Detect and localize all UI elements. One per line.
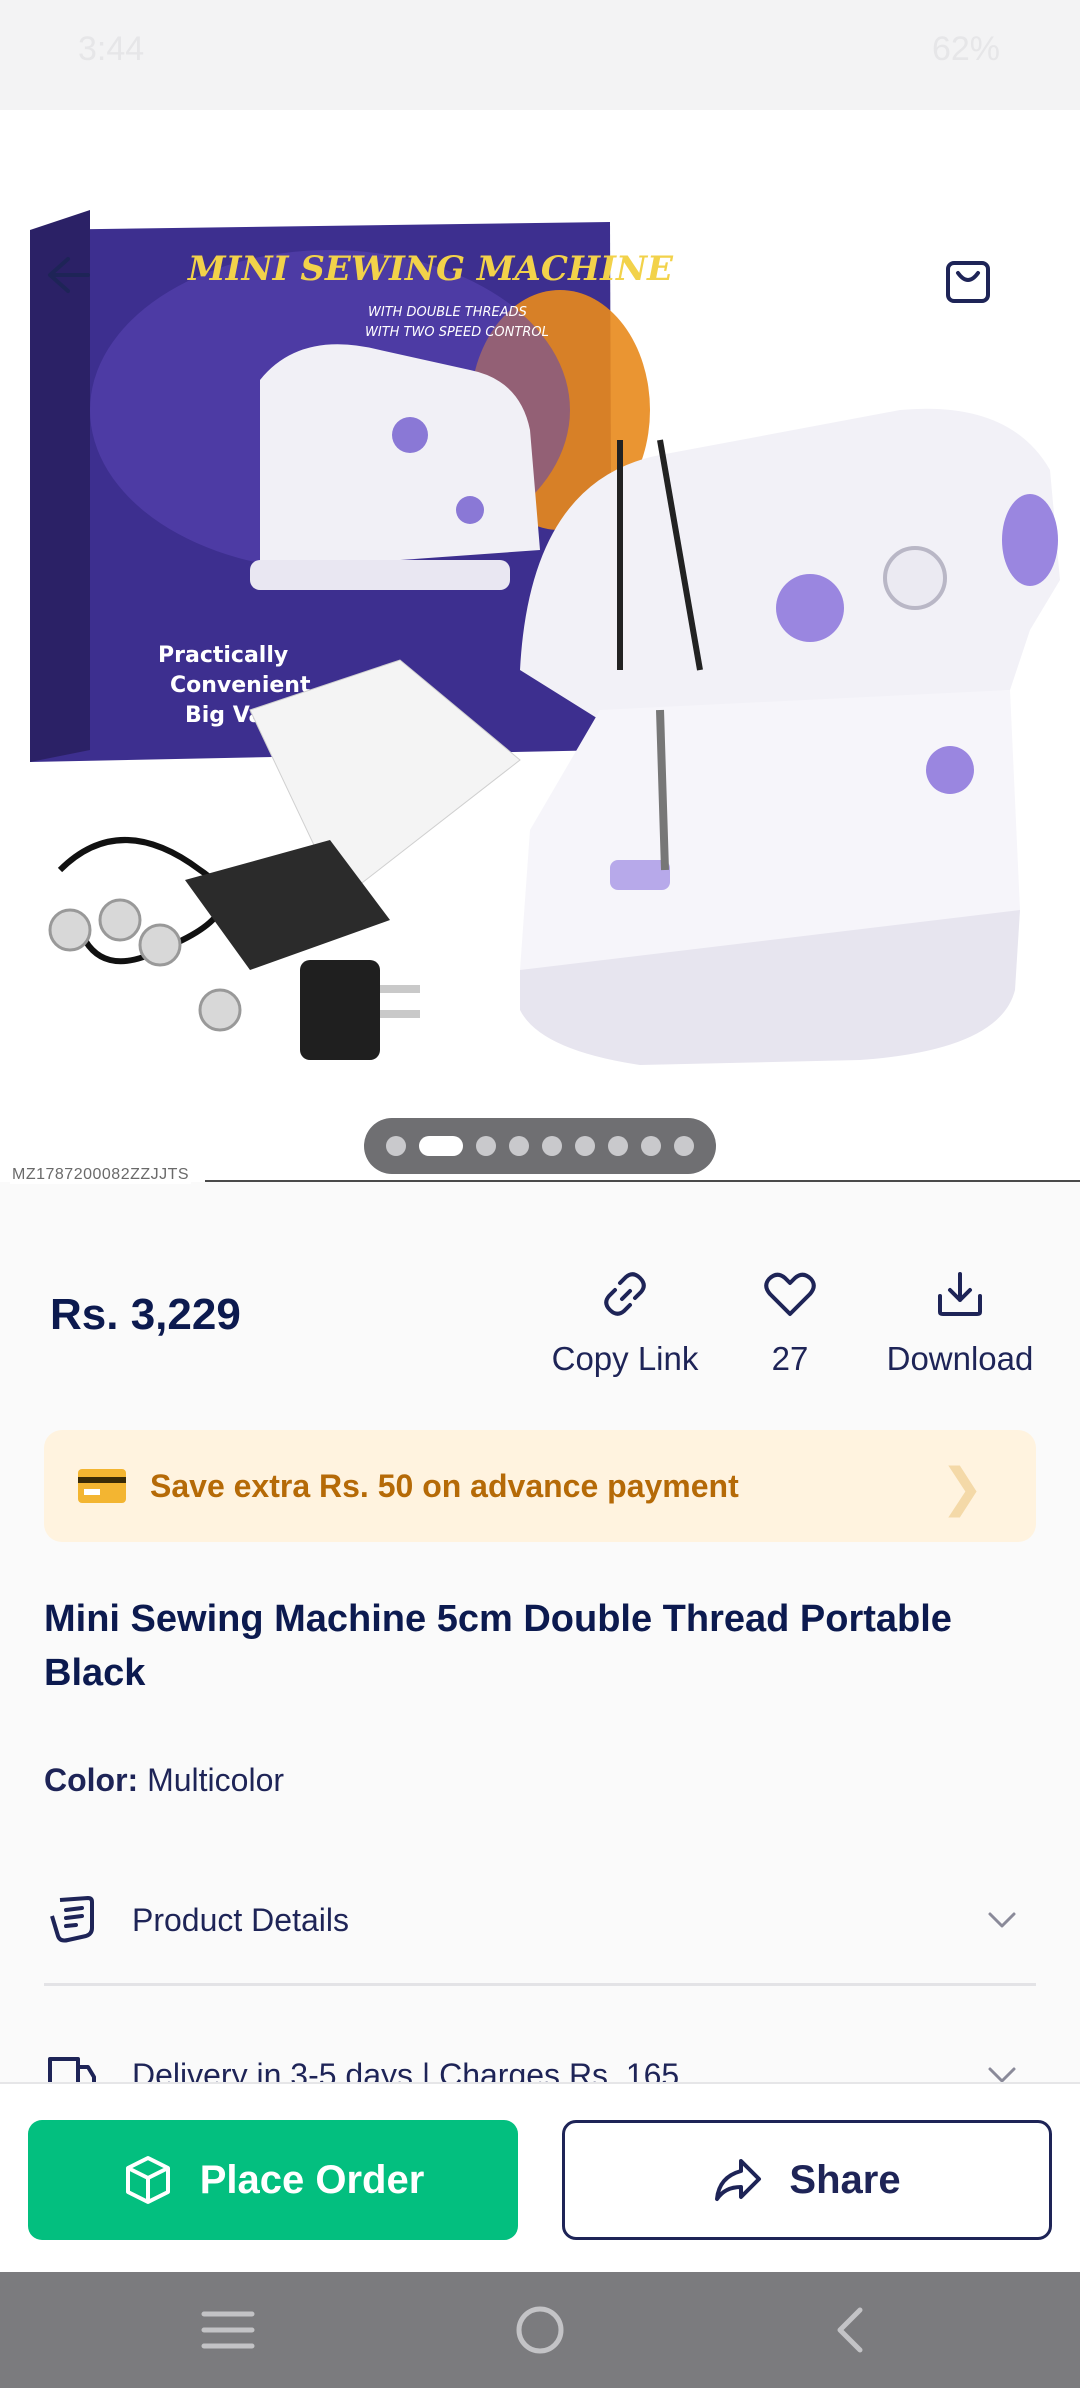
link-icon [604,1272,646,1316]
divider [205,1180,1080,1182]
system-back-button[interactable] [818,2298,882,2362]
advance-payment-offer[interactable]: Save extra Rs. 50 on advance payment ❯ [44,1430,1036,1542]
color-value: Multicolor [147,1762,285,1798]
carousel-dot[interactable] [575,1136,595,1156]
product-details-label: Product Details [132,1901,349,1938]
status-bar: 3:44 62% [0,0,1080,110]
arrow-left-icon [48,257,90,293]
product-image-carousel[interactable]: MINI SEWING MACHINE WITH DOUBLE THREADS … [0,110,1080,1182]
like-button[interactable]: 27 [745,1262,835,1378]
copy-link-label: Copy Link [551,1340,699,1377]
svg-text:WITH TWO SPEED CONTROL: WITH TWO SPEED CONTROL [365,325,549,340]
home-button[interactable] [508,2298,572,2362]
copy-link-button[interactable]: Copy Link [550,1262,700,1378]
download-icon [938,1272,982,1316]
download-button[interactable]: Download [880,1262,1040,1378]
heart-icon [764,1272,816,1316]
chevron-down-icon [988,1912,1016,1928]
product-screen: 3:44 62% MINI SEWING MACHINE WITH DOUBLE… [0,0,1080,2388]
product-price: Rs. 3,229 [50,1290,241,1339]
home-circle-icon [516,2306,564,2354]
carousel-dot[interactable] [386,1136,406,1156]
carousel-dot[interactable] [542,1136,562,1156]
carousel-indicator[interactable] [364,1118,716,1174]
share-icon [715,2159,762,2201]
product-photo: MINI SEWING MACHINE WITH DOUBLE THREADS … [30,210,1060,1065]
bottom-action-bar: Place Order Share [0,2082,1080,2272]
recent-apps-button[interactable] [196,2298,260,2362]
carousel-dot[interactable] [509,1136,529,1156]
back-button[interactable] [46,255,136,345]
cart-button[interactable] [944,255,1034,345]
svg-text:Practically: Practically [158,643,288,668]
credit-card-icon [78,1469,126,1503]
place-order-button[interactable]: Place Order [28,2120,518,2240]
box-title: MINI SEWING MACHINE [187,249,674,289]
download-label: Download [886,1340,1034,1377]
svg-text:WITH DOUBLE THREADS: WITH DOUBLE THREADS [368,305,527,320]
carousel-dot[interactable] [641,1136,661,1156]
menu-lines-icon [201,2311,255,2349]
document-icon [50,1896,94,1943]
share-button[interactable]: Share [562,2120,1052,2240]
system-navigation-bar [0,2272,1080,2388]
color-row: Color: Multicolor [44,1762,284,1799]
carousel-dot-active[interactable] [419,1136,463,1156]
color-label: Color: [44,1762,139,1798]
chevron-left-icon [837,2307,863,2353]
carousel-dot[interactable] [476,1136,496,1156]
status-battery: 62% [931,30,1000,68]
like-count: 27 [771,1340,809,1377]
share-label: Share [789,2157,901,2202]
section-divider [44,1983,1036,1986]
offer-text: Save extra Rs. 50 on advance payment [150,1467,739,1504]
carousel-dot[interactable] [674,1136,694,1156]
product-details-row[interactable]: Product Details [44,1875,1036,1965]
carousel-dot[interactable] [608,1136,628,1156]
svg-text:Convenient: Convenient [170,673,311,698]
shopping-bag-icon [946,261,990,303]
product-sku: MZ1787200082ZZJJTS [10,1166,192,1184]
box-icon [125,2156,170,2204]
product-title: Mini Sewing Machine 5cm Double Thread Po… [44,1598,952,1694]
place-order-label: Place Order [199,2157,425,2202]
status-time: 3:44 [78,30,145,68]
chevron-right-icon: ❯ [940,1459,984,1517]
